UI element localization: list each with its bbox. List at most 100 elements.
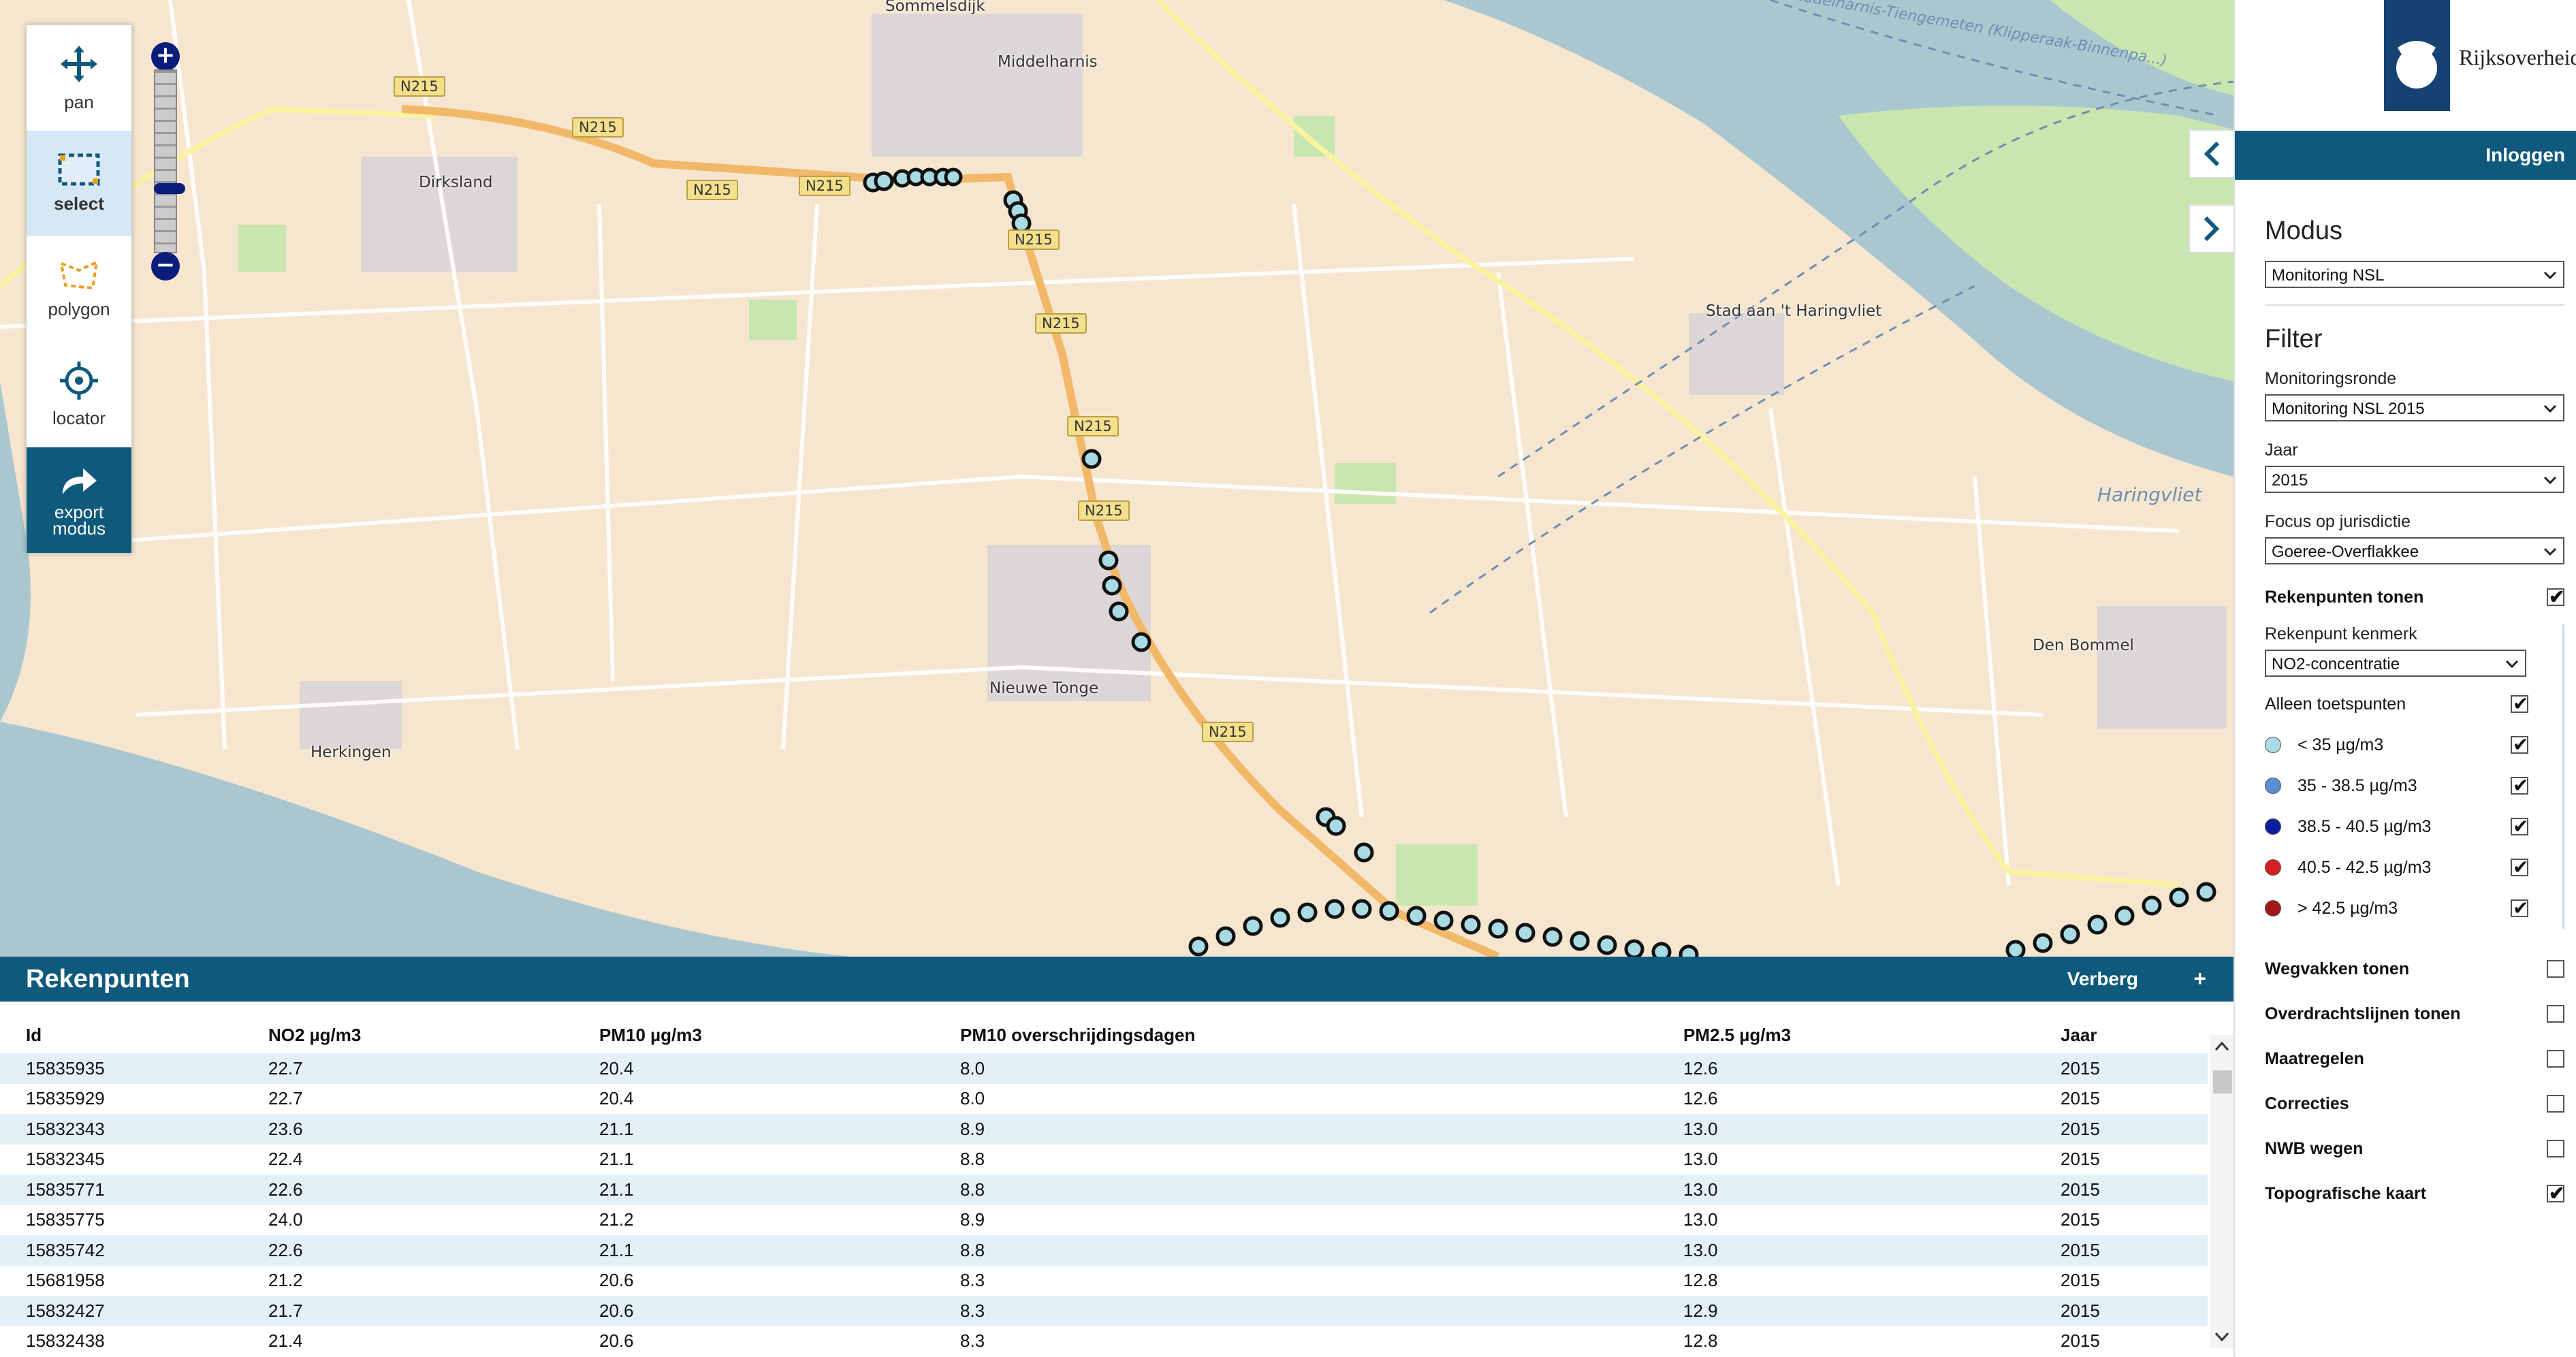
table-scrollbar[interactable] — [2210, 1035, 2233, 1348]
maatregelen-checkbox[interactable] — [2547, 1050, 2564, 1068]
table-cell: 15832345 — [26, 1149, 105, 1170]
jaar-select[interactable]: 2015 — [2265, 466, 2564, 493]
select-icon — [58, 153, 100, 186]
modus-select-value: Monitoring NSL — [2272, 266, 2385, 285]
legend-label: 38.5 - 40.5 µg/m3 — [2297, 816, 2432, 836]
table-cell: 8.0 — [934, 1053, 1657, 1084]
table-cell: 8.8 — [934, 1175, 1657, 1205]
scroll-down-icon[interactable] — [2210, 1325, 2233, 1348]
legend-row: < 35 µg/m3 — [2265, 724, 2562, 765]
table-header-bar: Rekenpunten Verberg + — [0, 957, 2233, 1002]
table-row[interactable]: 15832427 21.7 20.6 8.3 12.9 2015 — [0, 1296, 2208, 1326]
column-header[interactable]: Jaar — [2035, 1017, 2208, 1053]
road-shield: N215 — [572, 117, 624, 138]
table-cell: 20.6 — [599, 1270, 634, 1291]
column-header[interactable]: Id — [0, 1017, 242, 1053]
table-row[interactable]: 15835935 22.7 20.4 8.0 12.6 2015 — [0, 1053, 2208, 1084]
polygon-tool-button[interactable]: polygon — [27, 236, 131, 342]
table-cell: 12.6 — [1683, 1088, 1718, 1109]
scroll-thumb[interactable] — [2213, 1070, 2232, 1093]
legend-checkbox[interactable] — [2511, 774, 2528, 797]
layer-row-overdrachtslijnen: Overdrachtslijnen tonen — [2265, 991, 2564, 1036]
alleen-toetspunten-checkbox[interactable] — [2511, 692, 2528, 715]
chevron-down-icon — [2543, 404, 2557, 413]
legend-checkbox[interactable] — [2511, 733, 2528, 756]
table-cell: 12.6 — [1657, 1053, 2035, 1084]
table-cell: 8.3 — [960, 1270, 985, 1291]
locator-tool-button[interactable]: locator — [27, 342, 131, 447]
table-row[interactable]: 15832438 21.4 20.6 8.3 12.8 2015 — [0, 1326, 2208, 1357]
zoom-slider-track[interactable] — [154, 69, 185, 253]
side-panel: Rijksoverheid Inloggen Modus Monitoring … — [2189, 0, 2576, 1357]
table-row[interactable]: 15835929 22.7 20.4 8.0 12.6 2015 — [0, 1084, 2208, 1115]
column-header[interactable]: NO2 µg/m3 — [242, 1017, 573, 1053]
legend-label: 40.5 - 42.5 µg/m3 — [2297, 857, 2432, 877]
map-canvas[interactable]: Middelharnis Dirksland Stad aan 't Harin… — [0, 0, 2233, 957]
road-shield: N215 — [1078, 500, 1130, 521]
focus-label: Focus op jurisdictie — [2265, 512, 2411, 531]
water-label: Haringvliet — [2097, 483, 2202, 506]
rekenpunten-tonen-checkbox[interactable] — [2547, 586, 2564, 608]
scroll-up-icon[interactable] — [2210, 1035, 2233, 1058]
table-cell: 15832427 — [0, 1296, 242, 1326]
table-row[interactable]: 15681958 21.2 20.6 8.3 12.8 2015 — [0, 1266, 2208, 1296]
road-shield: N215 — [686, 180, 738, 200]
layer-row-correcties: Correcties — [2265, 1081, 2564, 1126]
table-cell: 24.0 — [268, 1209, 303, 1230]
legend-checkbox[interactable] — [2511, 897, 2528, 919]
legend-dot-icon — [2265, 778, 2281, 794]
legend-checkbox[interactable] — [2511, 856, 2528, 878]
table-cell: 21.2 — [599, 1209, 634, 1230]
table-cell: 22.6 — [242, 1235, 573, 1266]
table-cell: 22.4 — [268, 1149, 303, 1170]
zoom-out-button[interactable]: − — [151, 252, 180, 281]
table-row[interactable]: 15832343 23.6 21.1 8.9 13.0 2015 — [0, 1114, 2208, 1145]
column-header[interactable]: PM10 overschrijdingsdagen — [934, 1017, 1657, 1053]
table-row[interactable]: 15835742 22.6 21.1 8.8 13.0 2015 — [0, 1235, 2208, 1266]
monitoringsronde-select-value: Monitoring NSL 2015 — [2272, 400, 2425, 418]
overdrachtslijnen-checkbox[interactable] — [2547, 1005, 2564, 1023]
login-button[interactable]: Inloggen — [2235, 131, 2576, 180]
pan-tool-button[interactable]: pan — [27, 25, 131, 131]
column-header[interactable]: PM10 µg/m3 — [573, 1017, 934, 1053]
wegvakken-checkbox[interactable] — [2547, 960, 2564, 978]
column-header[interactable]: PM2.5 µg/m3 — [1657, 1017, 2035, 1053]
zoom-in-button[interactable]: + — [151, 42, 180, 71]
table-cell: 2015 — [2035, 1053, 2208, 1084]
table-cell: 21.1 — [573, 1235, 934, 1266]
table-cell: 21.4 — [268, 1330, 303, 1352]
legend-label: > 42.5 µg/m3 — [2297, 898, 2398, 918]
table-cell: 20.4 — [599, 1088, 634, 1109]
zoom-slider-thumb[interactable] — [154, 183, 185, 194]
monitoringsronde-select[interactable]: Monitoring NSL 2015 — [2265, 394, 2564, 421]
kenmerk-select[interactable]: NO2-concentratie — [2265, 650, 2526, 677]
expand-panel-button[interactable] — [2189, 204, 2233, 253]
table-cell: 15835935 — [0, 1053, 242, 1084]
expand-table-button[interactable]: + — [2193, 966, 2206, 991]
export-icon — [63, 468, 97, 494]
table-row[interactable]: 15835771 22.6 21.1 8.8 13.0 2015 — [0, 1175, 2208, 1205]
legend-label: < 35 µg/m3 — [2297, 735, 2384, 754]
table-cell: 20.6 — [599, 1330, 634, 1352]
legend-row: > 42.5 µg/m3 — [2265, 888, 2562, 929]
table-cell: 2015 — [2061, 1209, 2100, 1230]
table-row[interactable]: 15832345 22.4 21.1 8.8 13.0 2015 — [0, 1145, 2208, 1175]
layer-row-maatregelen: Maatregelen — [2265, 1036, 2564, 1081]
correcties-checkbox[interactable] — [2547, 1095, 2564, 1113]
nwb-wegen-checkbox[interactable] — [2547, 1140, 2564, 1158]
select-tool-button[interactable]: select — [27, 131, 131, 236]
legend-row: 40.5 - 42.5 µg/m3 — [2265, 847, 2562, 888]
layer-label: Overdrachtslijnen tonen — [2265, 1004, 2461, 1023]
table-cell: 12.8 — [1683, 1270, 1718, 1291]
table-row[interactable]: 15835775 24.0 21.2 8.9 13.0 2015 — [0, 1205, 2208, 1236]
collapse-panel-button[interactable] — [2189, 129, 2233, 178]
table-cell: 13.0 — [1657, 1175, 2035, 1205]
focus-select[interactable]: Goeree-Overflakkee — [2265, 537, 2564, 564]
legend-dot-icon — [2265, 900, 2281, 916]
table-cell: 13.0 — [1657, 1114, 2035, 1145]
hide-table-button[interactable]: Verberg — [2067, 968, 2138, 990]
topografische-kaart-checkbox[interactable] — [2547, 1182, 2564, 1204]
export-modus-button[interactable]: export modus — [27, 447, 131, 553]
legend-checkbox[interactable] — [2511, 815, 2528, 837]
modus-select[interactable]: Monitoring NSL — [2265, 261, 2564, 288]
